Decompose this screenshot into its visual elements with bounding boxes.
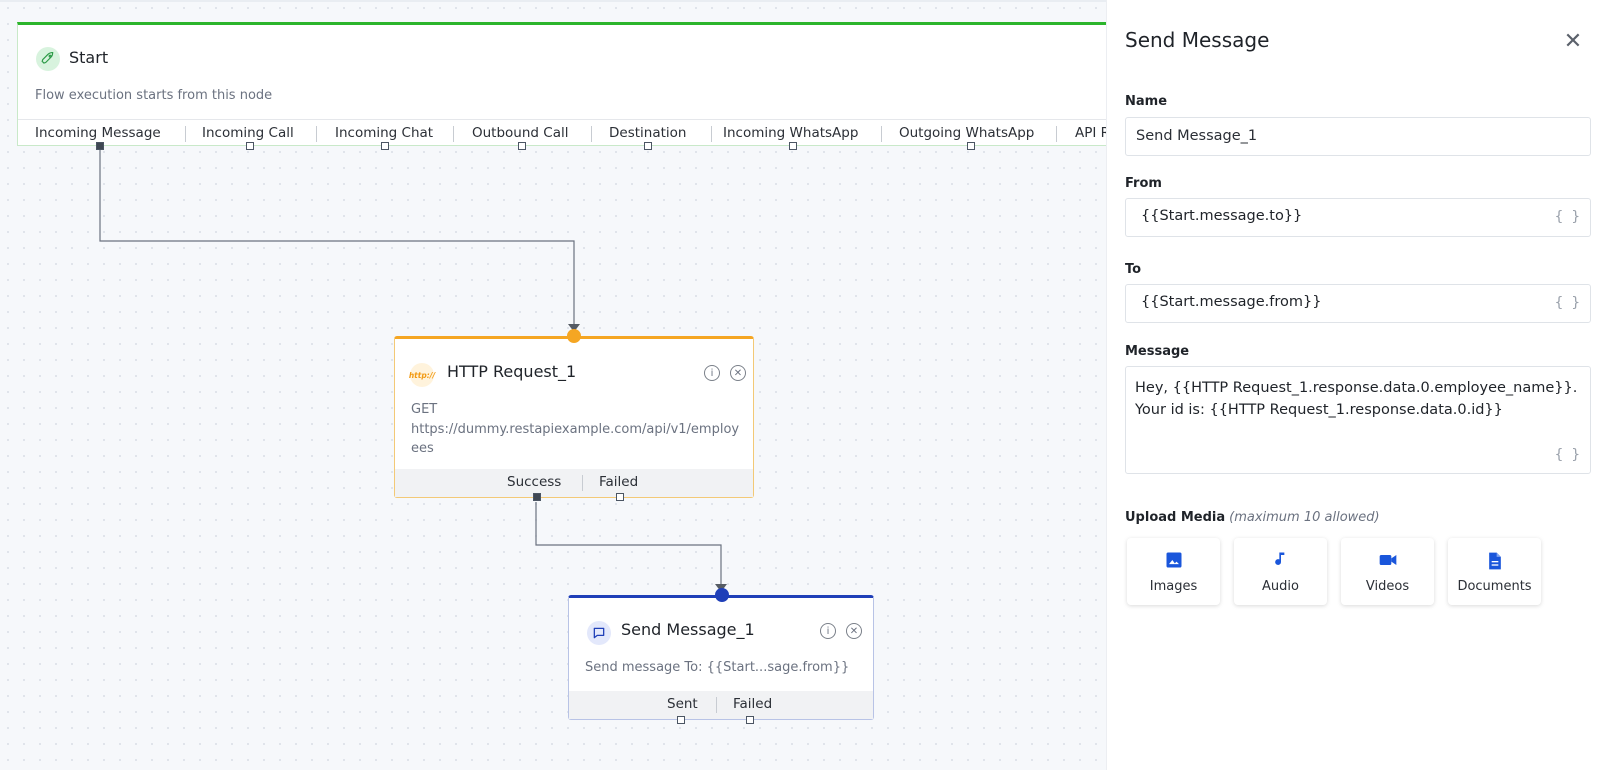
trigger-api-request[interactable]: API R <box>1075 120 1106 148</box>
output-port-sent[interactable] <box>677 716 685 724</box>
upload-media-title: Upload Media <box>1125 510 1226 525</box>
to-field[interactable]: {{Start.message.from}} { } <box>1125 284 1591 323</box>
message-line: Hey, {{HTTP Request_1.response.data.0.em… <box>1135 380 1578 396</box>
output-label-sent: Sent <box>667 696 698 712</box>
tab-divider <box>453 126 454 142</box>
output-divider <box>716 697 717 713</box>
tab-divider <box>881 126 882 142</box>
name-field[interactable] <box>1125 117 1591 156</box>
http-node-title: HTTP Request_1 <box>447 362 577 381</box>
videos-label: Videos <box>1365 579 1410 594</box>
send-message-panel: Send Message ✕ Name From {{Start.message… <box>1106 0 1600 770</box>
message-label: Message <box>1125 344 1190 359</box>
output-label-success: Success <box>507 474 562 490</box>
http-icon: http:// <box>409 363 435 387</box>
image-icon <box>1127 550 1220 574</box>
close-icon[interactable]: ✕ <box>1563 31 1583 53</box>
send-node-details: Send message To: {{Start...sage.from}} <box>585 660 850 675</box>
variable-picker-icon[interactable]: { } <box>1555 447 1580 463</box>
flow-canvas[interactable]: Start Flow execution starts from this no… <box>0 0 1106 770</box>
tab-divider <box>316 126 317 142</box>
start-trigger-tabs: Incoming Message Incoming Call Incoming … <box>18 119 1106 147</box>
output-divider <box>582 475 583 491</box>
input-handle[interactable] <box>715 588 729 602</box>
close-icon[interactable]: ✕ <box>730 365 746 381</box>
to-label: To <box>1125 262 1142 277</box>
upload-media-hint: (maximum 10 allowed) <box>1229 510 1380 525</box>
output-port-failed[interactable] <box>616 493 624 501</box>
variable-picker-icon[interactable]: { } <box>1555 295 1580 311</box>
output-port-incoming-chat[interactable] <box>381 142 389 150</box>
upload-documents-button[interactable]: Documents <box>1448 538 1541 605</box>
wire-http-to-send <box>535 502 722 587</box>
output-label-failed: Failed <box>599 474 639 490</box>
from-value: {{Start.message.to}} <box>1141 208 1303 224</box>
images-label: Images <box>1149 579 1198 594</box>
rocket-icon <box>36 47 60 71</box>
start-node-title: Start <box>69 48 109 67</box>
music-note-icon <box>1234 550 1327 574</box>
start-node[interactable]: Start Flow execution starts from this no… <box>17 22 1106 150</box>
tab-divider <box>711 126 712 142</box>
name-label: Name <box>1125 94 1168 109</box>
send-node-title: Send Message_1 <box>621 620 755 639</box>
message-line: Your id is: {{HTTP Request_1.response.da… <box>1135 402 1503 418</box>
info-icon[interactable]: i <box>704 365 720 381</box>
http-method: GET <box>411 402 438 417</box>
name-input[interactable] <box>1136 128 1580 144</box>
upload-audio-button[interactable]: Audio <box>1234 538 1327 605</box>
info-icon[interactable]: i <box>820 623 836 639</box>
output-port-incoming-call[interactable] <box>246 142 254 150</box>
output-port-failed[interactable] <box>746 716 754 724</box>
http-node-details: GET https://dummy.restapiexample.com/api… <box>411 400 741 459</box>
output-port-destination[interactable] <box>644 142 652 150</box>
wire-start-to-http <box>99 150 575 327</box>
http-node-outputs: Success Failed <box>395 469 753 497</box>
tab-divider <box>1056 126 1057 142</box>
tab-divider <box>185 126 186 142</box>
send-message-node[interactable]: Send Message_1 i ✕ Send message To: {{St… <box>568 588 874 724</box>
tab-divider <box>591 126 592 142</box>
output-port-incoming-whatsapp[interactable] <box>789 142 797 150</box>
upload-media-label: Upload Media (maximum 10 allowed) <box>1125 510 1380 525</box>
panel-title: Send Message <box>1125 28 1270 52</box>
chat-icon <box>587 621 611 645</box>
upload-images-button[interactable]: Images <box>1127 538 1220 605</box>
upload-videos-button[interactable]: Videos <box>1341 538 1434 605</box>
output-port-incoming-message[interactable] <box>96 142 104 150</box>
output-port-outbound-call[interactable] <box>518 142 526 150</box>
from-field[interactable]: {{Start.message.to}} { } <box>1125 198 1591 237</box>
output-label-failed: Failed <box>733 696 773 712</box>
output-port-success[interactable] <box>533 493 541 501</box>
start-node-description: Flow execution starts from this node <box>35 88 273 103</box>
send-node-outputs: Sent Failed <box>569 691 873 719</box>
message-content: Hey, {{HTTP Request_1.response.data.0.em… <box>1135 377 1585 421</box>
close-icon[interactable]: ✕ <box>846 623 862 639</box>
message-textarea[interactable]: Hey, {{HTTP Request_1.response.data.0.em… <box>1125 366 1591 474</box>
input-handle[interactable] <box>567 329 581 343</box>
audio-label: Audio <box>1262 579 1299 594</box>
video-camera-icon <box>1341 550 1434 574</box>
http-url: https://dummy.restapiexample.com/api/v1/… <box>411 421 740 457</box>
output-port-outgoing-whatsapp[interactable] <box>967 142 975 150</box>
http-request-node[interactable]: http:// HTTP Request_1 i ✕ GET https://d… <box>394 329 754 501</box>
from-label: From <box>1125 176 1162 191</box>
variable-picker-icon[interactable]: { } <box>1555 209 1580 225</box>
to-value: {{Start.message.from}} <box>1141 294 1322 310</box>
documents-label: Documents <box>1457 579 1532 594</box>
document-icon <box>1448 550 1541 574</box>
